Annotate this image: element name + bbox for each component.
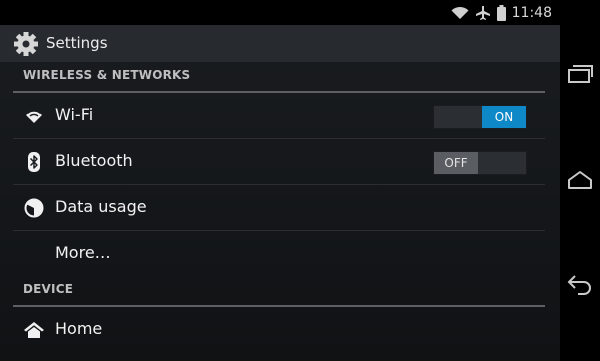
gear-icon — [14, 32, 38, 56]
settings-item-wifi[interactable]: Wi-Fi ON — [13, 93, 545, 139]
settings-item-label: Home — [55, 319, 103, 338]
settings-item-label: More… — [55, 243, 111, 262]
toggle-thumb: OFF — [434, 152, 478, 174]
home-icon — [24, 322, 44, 338]
settings-item-label: Wi-Fi — [55, 105, 94, 124]
bluetooth-toggle[interactable]: OFF — [433, 151, 527, 175]
status-icons: 11:48 — [451, 0, 552, 25]
settings-item-label: Bluetooth — [55, 151, 133, 170]
settings-item-more[interactable]: More… — [13, 231, 545, 276]
section-header-label: WIRELESS & NETWORKS — [23, 68, 191, 82]
action-bar: Settings — [0, 25, 560, 62]
battery-icon — [496, 4, 506, 21]
settings-item-data-usage[interactable]: Data usage — [13, 185, 545, 231]
section-header-device: DEVICE — [13, 276, 545, 307]
settings-item-home[interactable]: Home — [13, 307, 545, 352]
section-header-wireless: WIRELESS & NETWORKS — [13, 62, 545, 93]
home-icon[interactable] — [566, 168, 594, 192]
settings-screen: 11:48 Settings WIRELESS & NETWORKS Wi-Fi… — [0, 0, 560, 361]
back-icon[interactable] — [566, 272, 594, 296]
settings-item-label: Data usage — [55, 197, 147, 216]
status-bar: 11:48 — [0, 0, 560, 25]
wifi-icon — [451, 6, 469, 19]
page-title: Settings — [46, 34, 108, 52]
settings-item-bluetooth[interactable]: Bluetooth OFF — [13, 139, 545, 185]
wifi-toggle[interactable]: ON — [433, 105, 527, 129]
toggle-thumb: ON — [482, 106, 526, 128]
wifi-icon — [26, 110, 42, 123]
clock: 11:48 — [511, 4, 552, 21]
navigation-bar — [560, 0, 600, 361]
section-header-label: DEVICE — [23, 282, 74, 296]
data-usage-icon — [24, 198, 44, 218]
bluetooth-icon — [28, 152, 40, 172]
airplane-icon — [475, 5, 490, 20]
recent-apps-icon[interactable] — [566, 62, 594, 86]
